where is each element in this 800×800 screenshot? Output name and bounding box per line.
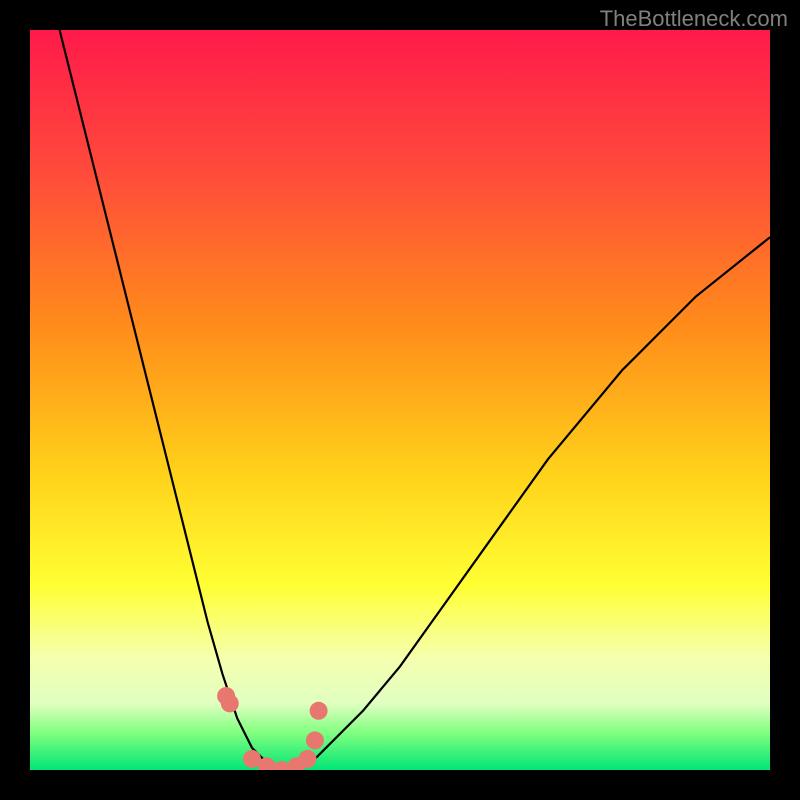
watermark-text: TheBottleneck.com [600, 6, 788, 32]
highlight-markers [217, 687, 328, 770]
bottleneck-curve [60, 30, 770, 770]
curve-overlay [30, 30, 770, 770]
marker-point [306, 731, 324, 749]
marker-point [310, 702, 328, 720]
plot-area [30, 30, 770, 770]
marker-point [299, 750, 317, 768]
marker-point [221, 694, 239, 712]
